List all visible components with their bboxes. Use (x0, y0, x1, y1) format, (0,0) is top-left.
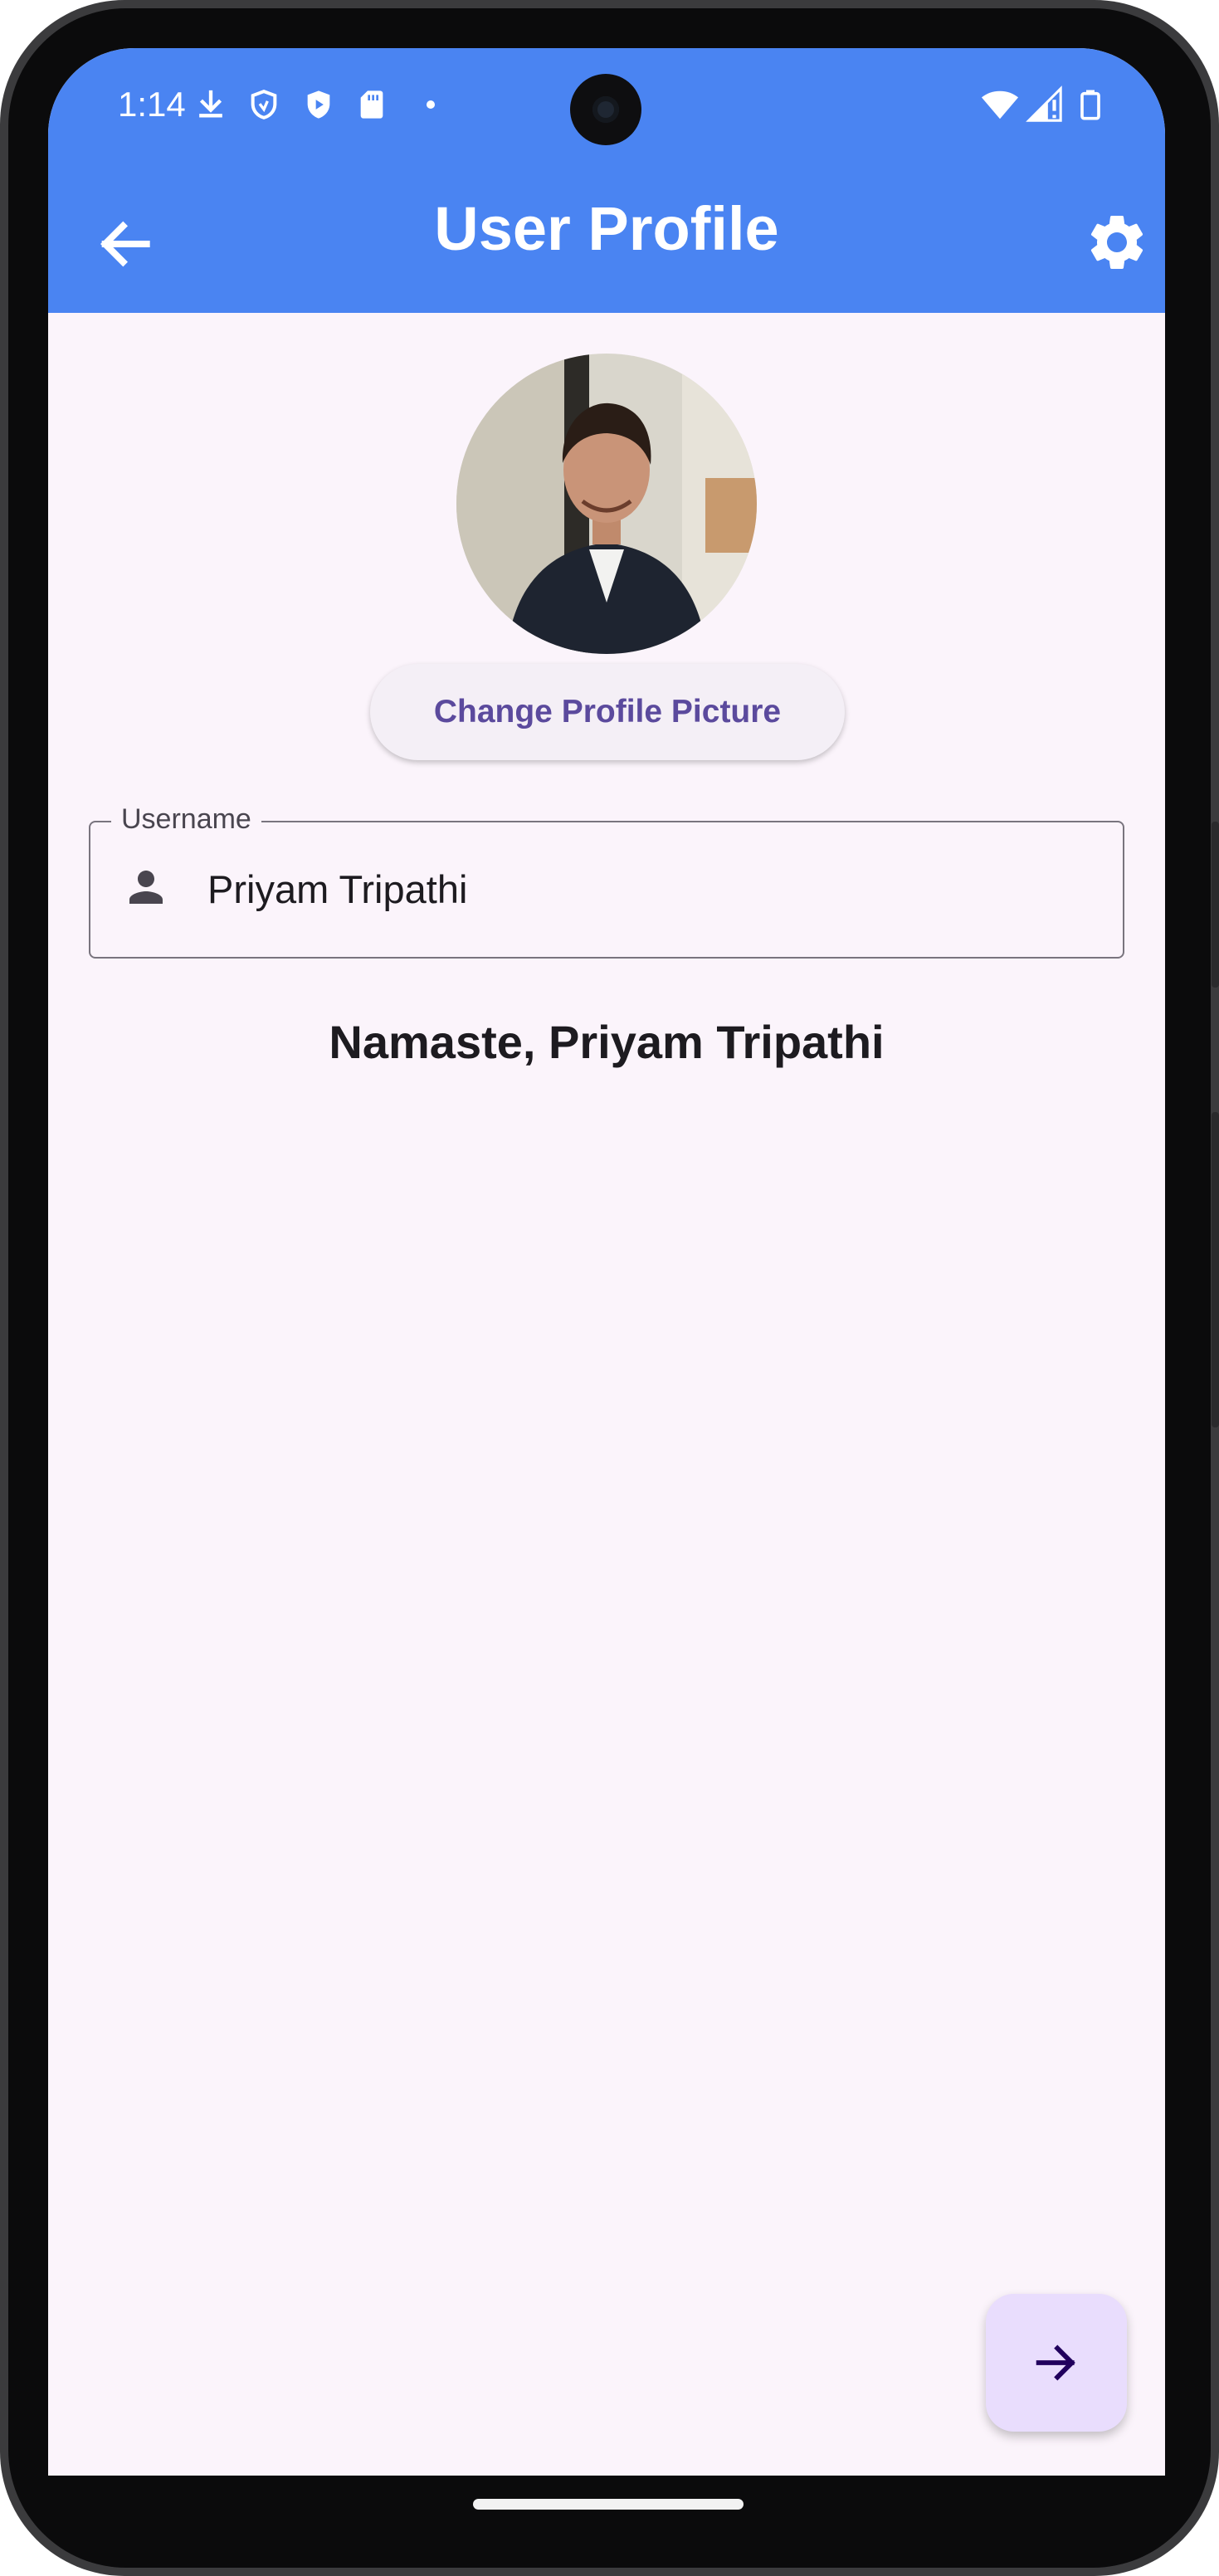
greeting-text: Namaste, Priyam Tripathi (329, 1016, 885, 1068)
app-screen: 1:14 User Profile Change Profile Picture… (48, 48, 1165, 2476)
front-camera (570, 74, 641, 145)
username-input[interactable]: Priyam Tripathi (207, 866, 467, 912)
profile-avatar (456, 354, 757, 654)
volume-button (1212, 1112, 1219, 1427)
arrow-right-icon (1036, 2344, 1075, 2381)
person-icon (129, 871, 163, 904)
power-button (1212, 822, 1219, 988)
sd-card-icon (360, 90, 383, 119)
cellular-signal-icon (1026, 85, 1062, 122)
status-time: 1:14 (118, 85, 186, 124)
notification-dot-icon (427, 100, 435, 109)
battery-icon (1080, 90, 1100, 120)
change-profile-picture-button[interactable]: Change Profile Picture (370, 664, 845, 760)
username-label: Username (111, 803, 261, 836)
gesture-nav-handle[interactable] (473, 2499, 744, 2510)
next-fab-button[interactable] (986, 2294, 1127, 2432)
download-icon (199, 90, 222, 118)
shield-outline-icon (251, 90, 277, 120)
app-bar: 1:14 User Profile (48, 48, 1165, 313)
wifi-icon (981, 90, 1019, 120)
page-title: User Profile (434, 194, 779, 263)
gear-icon[interactable] (1084, 209, 1150, 276)
shield-play-icon (307, 90, 330, 119)
